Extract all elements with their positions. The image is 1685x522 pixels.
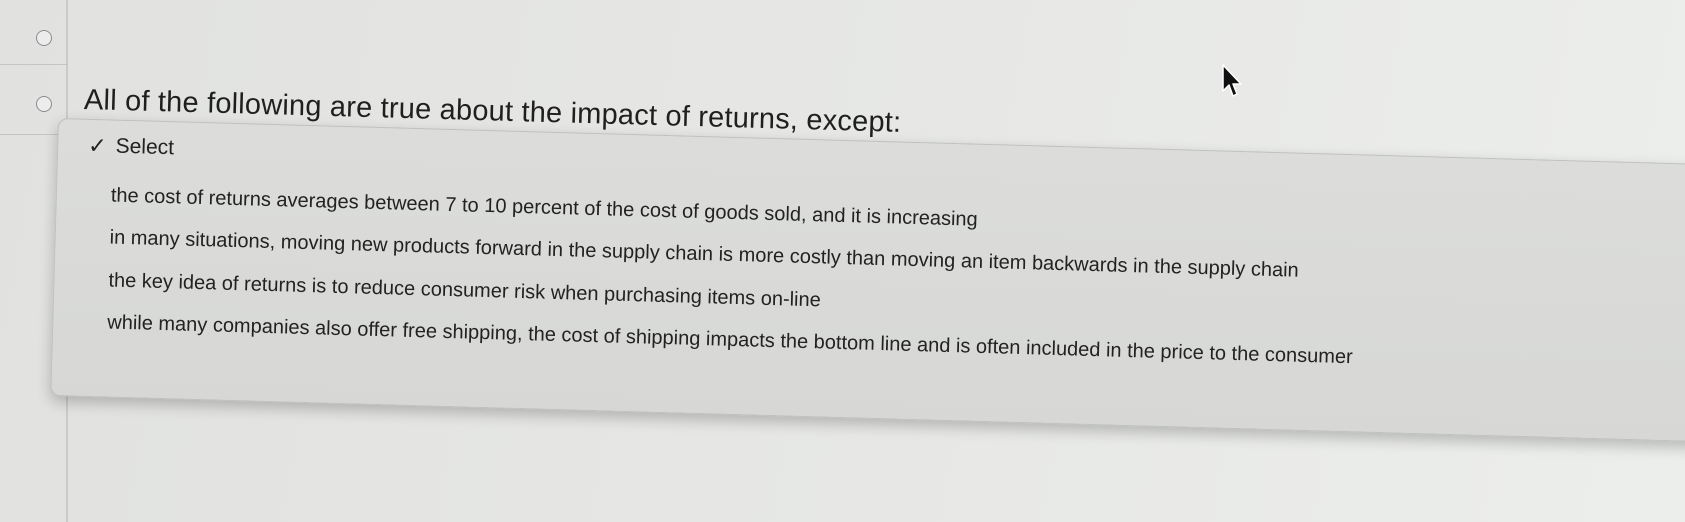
- radio-button-icon[interactable]: [36, 96, 52, 112]
- select-label: Select: [115, 134, 175, 160]
- checkmark-icon: ✓: [87, 132, 108, 159]
- dropdown-option[interactable]: the cost of returns averages between 7 t…: [111, 185, 978, 232]
- row-divider: [0, 64, 68, 65]
- dropdown-selected-option[interactable]: ✓ Select: [87, 132, 175, 160]
- radio-button-icon[interactable]: [36, 30, 52, 46]
- dropdown-option[interactable]: the key idea of returns is to reduce con…: [108, 269, 821, 312]
- mouse-pointer-icon: [1222, 64, 1242, 97]
- answer-dropdown-menu[interactable]: ✓ Select the cost of returns averages be…: [50, 118, 1685, 443]
- dropdown-option[interactable]: while many companies also offer free shi…: [107, 311, 1353, 369]
